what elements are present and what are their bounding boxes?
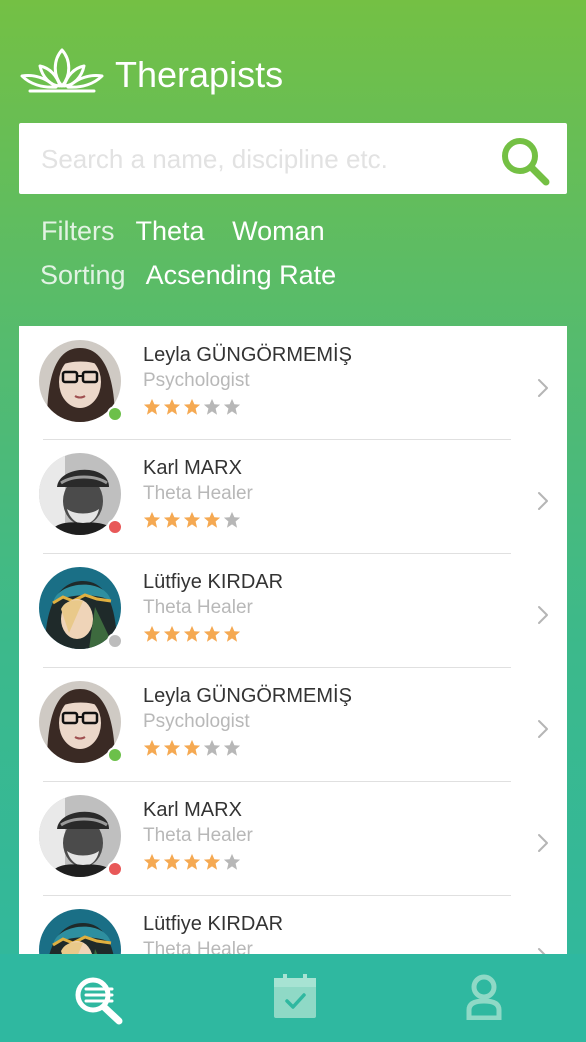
status-busy-indicator: [107, 519, 123, 535]
search-bar: [19, 123, 567, 196]
therapist-name: Lütfiye KIRDAR: [143, 913, 284, 935]
chevron-right-icon: [538, 606, 548, 624]
list-divider: [43, 667, 511, 668]
therapist-discipline: Theta Healer: [143, 939, 253, 954]
filter-chip-woman[interactable]: Woman: [232, 216, 325, 246]
list-divider: [43, 439, 511, 440]
star-empty-icon: [203, 739, 221, 756]
tab-appointments[interactable]: [195, 954, 390, 1042]
tab-therapists[interactable]: [0, 954, 195, 1042]
filters-label: Filters: [41, 216, 115, 246]
lotus-logo-icon: [20, 48, 104, 93]
star-filled-icon: [183, 739, 201, 756]
filter-chip-theta[interactable]: Theta: [136, 216, 205, 246]
star-filled-icon: [183, 853, 201, 870]
star-filled-icon: [163, 739, 181, 756]
therapist-discipline: Psychologist: [143, 711, 250, 732]
therapist-name: Karl MARX: [143, 457, 242, 479]
list-divider: [43, 553, 511, 554]
therapist-list-item[interactable]: Leyla GÜNGÖRMEMİŞ Psychologist: [19, 667, 567, 779]
avatar: [39, 909, 121, 954]
star-filled-icon: [203, 853, 221, 870]
therapist-list-item[interactable]: Karl MARX Theta Healer: [19, 439, 567, 551]
star-filled-icon: [183, 511, 201, 528]
search-list-icon: [75, 977, 123, 1025]
star-rating: [143, 625, 243, 648]
star-filled-icon: [143, 739, 161, 756]
star-filled-icon: [143, 511, 161, 528]
list-divider: [43, 781, 511, 782]
therapist-discipline: Theta Healer: [143, 825, 253, 846]
star-filled-icon: [183, 398, 201, 415]
therapist-discipline: Theta Healer: [143, 597, 253, 618]
star-rating: [143, 853, 243, 876]
star-filled-icon: [163, 853, 181, 870]
star-filled-icon: [163, 625, 181, 642]
therapist-name: Karl MARX: [143, 799, 242, 821]
bottom-tab-bar: [0, 954, 586, 1042]
therapist-list-item[interactable]: Leyla GÜNGÖRMEMİŞ Psychologist: [19, 326, 567, 438]
filters-row: Filters Theta Woman: [41, 214, 345, 248]
star-filled-icon: [183, 625, 201, 642]
therapist-discipline: Theta Healer: [143, 483, 253, 504]
status-busy-indicator: [107, 861, 123, 877]
list-divider: [43, 895, 511, 896]
star-empty-icon: [223, 511, 241, 528]
therapist-name: Leyla GÜNGÖRMEMİŞ: [143, 685, 352, 707]
star-rating: [143, 511, 243, 534]
therapist-list: Leyla GÜNGÖRMEMİŞ Psychologist Karl MARX Th…: [19, 326, 567, 954]
star-empty-icon: [203, 398, 221, 415]
sorting-label: Sorting: [40, 260, 126, 290]
star-filled-icon: [163, 398, 181, 415]
status-online-indicator: [107, 406, 123, 422]
chevron-right-icon: [538, 834, 548, 852]
therapist-list-item[interactable]: Lütfiye KIRDAR Theta Healer: [19, 553, 567, 665]
chevron-right-icon: [538, 948, 546, 954]
status-offline-indicator: [107, 633, 123, 649]
user-icon: [466, 974, 502, 1020]
calendar-check-icon: [274, 974, 316, 1018]
page-title: Therapists: [115, 54, 284, 95]
star-filled-icon: [143, 398, 161, 415]
status-online-indicator: [107, 747, 123, 763]
therapist-discipline: Psychologist: [143, 370, 250, 391]
chevron-right-icon: [538, 720, 548, 738]
star-filled-icon: [223, 625, 241, 642]
therapist-list-item[interactable]: Karl MARX Theta Healer: [19, 781, 567, 893]
star-empty-icon: [223, 398, 241, 415]
star-filled-icon: [203, 625, 221, 642]
sorting-value[interactable]: Acsending Rate: [146, 260, 337, 290]
tab-profile[interactable]: [390, 954, 585, 1042]
app-header: Therapists: [0, 0, 586, 120]
star-filled-icon: [143, 625, 161, 642]
star-rating: [143, 398, 243, 421]
search-icon[interactable]: [499, 135, 551, 187]
chevron-right-icon: [538, 492, 548, 510]
therapist-name: Lütfiye KIRDAR: [143, 571, 284, 593]
therapist-name: Leyla GÜNGÖRMEMİŞ: [143, 344, 352, 366]
star-filled-icon: [163, 511, 181, 528]
chevron-right-icon: [538, 379, 548, 397]
star-empty-icon: [223, 739, 241, 756]
sorting-row: Sorting Acsending Rate: [40, 258, 356, 292]
therapist-list-item[interactable]: Lütfiye KIRDAR Theta Healer: [19, 895, 567, 954]
star-filled-icon: [143, 853, 161, 870]
search-input[interactable]: [39, 123, 493, 196]
star-filled-icon: [203, 511, 221, 528]
star-empty-icon: [223, 853, 241, 870]
star-rating: [143, 739, 243, 762]
